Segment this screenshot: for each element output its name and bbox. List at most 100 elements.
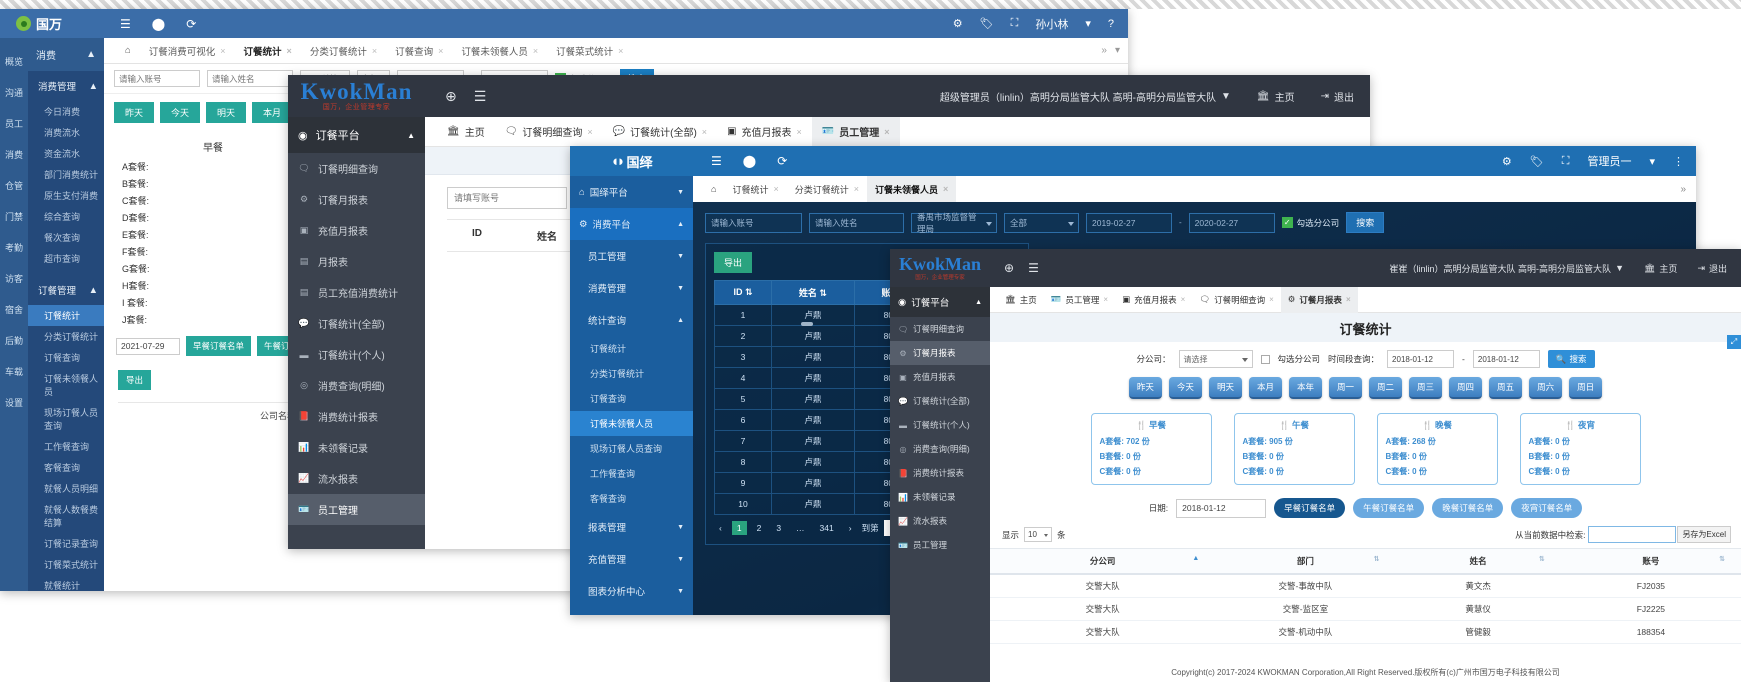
sidebar-item-order-stats-all[interactable]: 💬 订餐统计(全部) (890, 389, 990, 413)
sidebar-item-diner-detail[interactable]: 就餐人员明细 (28, 478, 104, 499)
chevron-down-icon[interactable]: ▾ (1649, 155, 1655, 168)
sidebar-item-order-stats-personal[interactable]: ▬ 订餐统计(个人) (288, 339, 425, 370)
sidebar-group-chart-center[interactable]: 图表分析中心 ▼ (570, 575, 693, 607)
close-icon[interactable]: × (702, 127, 707, 137)
rail-item-8[interactable]: 宿舍 (0, 294, 28, 325)
search-button[interactable]: 搜索 (1346, 212, 1384, 233)
sidebar-item-market-query[interactable]: 超市查询 (28, 248, 104, 269)
win1-module-rail[interactable]: 概览 沟通 员工 消费 仓管 门禁 考勤 访客 宿舍 后勤 车载 设置 (0, 38, 28, 591)
sidebar-item-guest-meal[interactable]: 客餐查询 (570, 486, 693, 511)
tab-order-detail[interactable]: 🗨 订餐明细查询 × (1192, 287, 1280, 313)
win2-header-right[interactable]: 超级管理员（linlin）高明分局监管大队 高明-高明分局监管大队 ▼ 🏛 主页… (940, 89, 1370, 104)
win3-filterbar[interactable]: 请输入账号 请输入姓名 番禺市场监督管理局 全部 2019-02-27 - 20… (693, 202, 1696, 233)
dinner-list-button[interactable]: 晚餐订餐名单 (1432, 498, 1503, 518)
sidebar-item-order-detail[interactable]: 🗨 订餐明细查询 (288, 153, 425, 184)
sidebar-group-order-platform[interactable]: ◉ 订餐平台 ▲ (288, 117, 425, 153)
sidebar-item-unclaimed-record[interactable]: 📊 未领餐记录 (890, 485, 990, 509)
tab-employee-mgmt[interactable]: 🪪 员工管理 × (812, 117, 900, 147)
hamburger-icon[interactable]: ☰ (474, 88, 487, 105)
close-icon[interactable]: × (220, 46, 225, 56)
home-button[interactable]: 🏛 主页 (1644, 262, 1677, 275)
win2-sidebar[interactable]: ◉ 订餐平台 ▲ 🗨 订餐明细查询 ⚙ 订餐月报表 ▣ 充值月报表 ▤ 月报表 (288, 117, 425, 549)
sidebar-item-onsite-query[interactable]: 现场订餐人员查询 (28, 402, 104, 436)
tab-order-stats-all[interactable]: 💬 订餐统计(全部) × (603, 117, 717, 147)
close-icon[interactable]: × (372, 46, 377, 56)
org-select[interactable]: 番禺市场监督管理局 (911, 213, 997, 233)
sidebar-item-order-record[interactable]: 订餐记录查询 (28, 533, 104, 554)
sidebar-item-consume-flow[interactable]: 消费流水 (28, 122, 104, 143)
fullscreen-icon[interactable]: ⛶ (1011, 17, 1019, 30)
date-to-input[interactable]: 2018-01-12 (1473, 350, 1540, 368)
table-row[interactable]: 交警大队交警-监区室黄慧仪FJ2225 (990, 598, 1741, 621)
page-prev[interactable]: ‹ (714, 521, 727, 535)
account-input[interactable] (114, 70, 200, 87)
win1-tabstrip[interactable]: ⌂ 订餐消费可视化 × 订餐统计 × 分类订餐统计 × 订餐查询 (104, 38, 1128, 64)
tag-icon[interactable]: 🏷 (980, 17, 994, 30)
sidebar-item-dept-stats[interactable]: 部门消费统计 (28, 164, 104, 185)
sidebar-item-employee-mgmt[interactable]: 🪪 员工管理 (288, 494, 425, 525)
branch-checkbox[interactable] (1261, 355, 1270, 364)
sidebar-item-order-monthly[interactable]: ⚙ 订餐月报表 (890, 341, 990, 365)
chevron-down-icon[interactable]: ▾ (1115, 45, 1120, 56)
sidebar-item-native-pay[interactable]: 原生支付消费 (28, 185, 104, 206)
rail-item-5[interactable]: 门禁 (0, 201, 28, 232)
rail-item-6[interactable]: 考勤 (0, 232, 28, 263)
sidebar-group-employee[interactable]: 员工管理 ▼ (570, 240, 693, 272)
sidebar-subgroup-consume-mgmt[interactable]: 消费管理 ▲ (28, 71, 104, 101)
sidebar-subgroup-order-mgmt[interactable]: 订餐管理 ▲ (28, 275, 104, 305)
rail-item-2[interactable]: 员工 (0, 108, 28, 139)
sidebar-item-unclaimed[interactable]: 订餐未领餐人员 (28, 368, 104, 402)
tab-home-icon[interactable]: ⌂ (116, 38, 140, 64)
logout-button[interactable]: ⇥ 退出 (1321, 89, 1354, 104)
globe-icon[interactable]: ⬤ (743, 154, 756, 168)
tab-order-stats[interactable]: 订餐统计 × (724, 176, 786, 202)
globe-icon[interactable]: ⊕ (445, 88, 457, 105)
close-icon[interactable]: × (1346, 295, 1351, 304)
day-tuesday[interactable]: 周二 (1369, 377, 1402, 399)
name-input[interactable]: 请输入姓名 (809, 213, 904, 233)
tab-unclaimed[interactable]: 订餐未领餐人员 × (452, 38, 547, 64)
sidebar-item-consume-report[interactable]: 📕 消费统计报表 (288, 401, 425, 432)
export-button[interactable]: 导出 (118, 370, 151, 390)
tabs-more-icon[interactable]: » (1101, 45, 1107, 56)
win4-tabstrip[interactable]: 🏛 主页 🪪 员工管理 × ▣ 充值月报表 × 🗨 订餐明细查询 × (990, 287, 1741, 313)
scope-select[interactable]: 全部 (1004, 213, 1079, 233)
tabs-more-icon[interactable]: » (1680, 184, 1696, 195)
tab-dish-stats[interactable]: 订餐菜式统计 × (547, 38, 632, 64)
sidebar-group-consume[interactable]: 消费 ▲ (28, 38, 104, 71)
more-icon[interactable]: ⋮ (1673, 155, 1684, 168)
close-icon[interactable]: × (1103, 295, 1108, 304)
page-1[interactable]: 1 (732, 521, 747, 535)
page-last[interactable]: 341 (815, 521, 839, 535)
rail-item-0[interactable]: 概览 (0, 46, 28, 77)
refresh-icon[interactable]: ⟳ (777, 154, 787, 168)
close-icon[interactable]: × (943, 184, 948, 194)
win4-header-icons[interactable]: ⊕ ☰ (990, 261, 1039, 275)
win2-header-icons[interactable]: ⊕ ☰ (425, 88, 486, 105)
sidebar-item-employee-mgmt[interactable]: 🪪 员工管理 (890, 533, 990, 557)
sidebar-item-consume-query[interactable]: ◎ 消费查询(明细) (288, 370, 425, 401)
save-excel-button[interactable]: 另存为Excel (1677, 526, 1731, 543)
tab-unclaimed[interactable]: 订餐未领餐人员 × (867, 176, 956, 202)
list-date-input[interactable]: 2021-07-29 (116, 338, 180, 355)
page-2[interactable]: 2 (752, 521, 767, 535)
sidebar-item-meal-query[interactable]: 餐次查询 (28, 227, 104, 248)
sidebar-item-order-class-stats[interactable]: 分类订餐统计 (570, 361, 693, 386)
help-icon[interactable]: ? (1108, 18, 1114, 30)
th-id[interactable]: ID (447, 220, 507, 251)
tag-icon[interactable]: 🏷 (1530, 155, 1544, 168)
sidebar-item-diner-settle[interactable]: 就餐人数餐费结算 (28, 499, 104, 533)
th-name[interactable]: 姓名 ⇅ (772, 281, 855, 305)
fullscreen-icon[interactable]: ⛶ (1562, 155, 1570, 168)
tab-home-icon[interactable]: ⌂ (703, 176, 724, 202)
page-size-select[interactable]: 10 (1024, 527, 1052, 542)
th-branch[interactable]: 分公司▲ (990, 549, 1215, 575)
sidebar-item-monthly-report[interactable]: ▤ 月报表 (288, 246, 425, 277)
win3-sidebar[interactable]: ⌂ 国绎平台 ▼ ⚙ 消费平台 ▲ 员工管理 ▼ 消费管理 ▼ (570, 176, 693, 615)
account-input[interactable]: 请输入账号 (705, 213, 802, 233)
day-yesterday[interactable]: 昨天 (1129, 377, 1162, 399)
day-this-month[interactable]: 本月 (1249, 377, 1282, 399)
rail-item-10[interactable]: 车载 (0, 356, 28, 387)
sidebar-sub-consume[interactable]: 消费管理 ▲ 今日消费 消费流水 资金流水 部门消费统计 原生支付消费 综合查询… (28, 71, 104, 591)
table-row[interactable]: 交警大队交警-机动中队管健毅188354 (990, 621, 1741, 644)
